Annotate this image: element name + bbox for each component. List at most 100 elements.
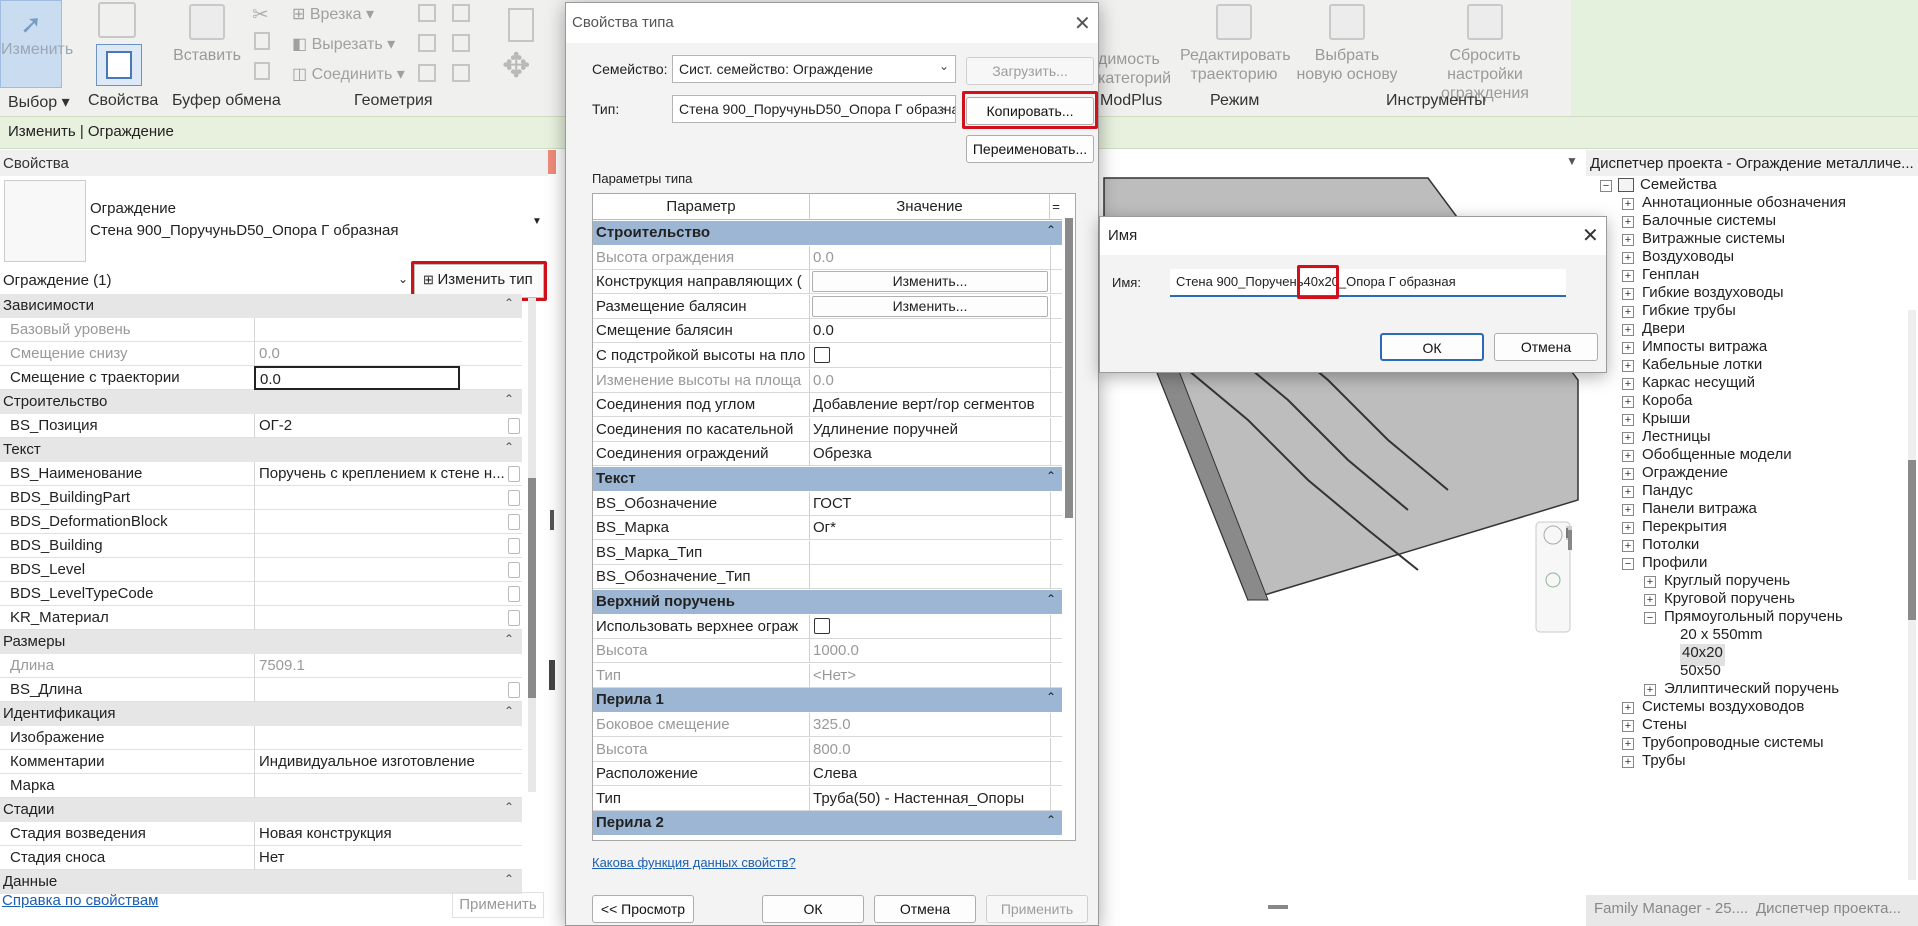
parameter-row[interactable]: BS_Марка Ог* [593,516,1062,541]
formula-cell[interactable] [1050,713,1062,737]
parameter-row[interactable]: BS_Обозначение ГОСТ [593,491,1062,516]
parameter-checkbox[interactable] [508,538,520,554]
expand-icon[interactable]: + [1622,720,1634,732]
collapse-icon[interactable]: ⌃ [504,632,514,646]
parameter-value[interactable] [809,540,1049,565]
parameter-row[interactable]: Смещение балясин 0.0 [593,319,1062,344]
cut-geometry-button[interactable]: ◧ Вырезать ▾ [292,34,395,54]
parameter-row[interactable]: Размещение балясин Изменить... [593,294,1062,319]
properties-help-link[interactable]: Справка по свойствам [2,892,159,909]
property-row[interactable]: BDS_Level [0,558,522,582]
property-row[interactable]: Базовый уровень [0,318,522,342]
collapse-icon[interactable]: ⌃ [504,440,514,454]
cancel-button[interactable]: Отмена [874,895,976,923]
formula-cell[interactable] [1050,516,1062,541]
property-row[interactable]: Длина 7509.1 [0,654,522,678]
property-value[interactable] [254,726,510,750]
geometry-tool-icon[interactable] [452,64,470,82]
property-group-header[interactable]: Текст ⌃ [0,438,522,462]
parameter-checkbox[interactable] [508,418,520,434]
collapse-icon[interactable]: − [1600,180,1612,192]
property-value[interactable] [254,606,510,630]
expand-icon[interactable]: + [1622,468,1634,480]
name-ok-button[interactable]: ОК [1380,333,1484,361]
property-row[interactable]: Стадия сноса Нет [0,846,522,870]
expand-icon[interactable]: + [1622,216,1634,228]
parameter-group-header[interactable]: Перила 1 ⌃ [593,688,1062,713]
parameter-checkbox[interactable] [508,466,520,482]
collapse-icon[interactable]: − [1644,612,1656,624]
reset-railing-button[interactable]: Сбросить настройки ограждения [1410,0,1560,103]
property-row[interactable]: Изображение [0,726,522,750]
ok-button[interactable]: ОК [762,895,864,923]
geometry-tool-icon[interactable] [418,34,436,52]
collapse-icon[interactable]: ⌃ [504,296,514,310]
collapse-icon[interactable]: ⌃ [1046,592,1056,606]
column-header-parameter[interactable]: Параметр [593,194,810,220]
expand-icon[interactable]: + [1622,414,1634,426]
expand-icon[interactable]: + [1622,540,1634,552]
column-header-value[interactable]: Значение [810,194,1050,220]
parameter-checkbox[interactable] [508,562,520,578]
parameter-value[interactable]: Слева [809,762,1049,787]
parameter-group-header[interactable]: Строительство ⌃ [593,221,1062,245]
formula-cell[interactable] [1050,344,1062,368]
parameter-row[interactable]: Расположение Слева [593,762,1062,787]
instance-filter-dropdown[interactable]: Ограждение (1) ⌄ [0,268,412,296]
parameter-checkbox[interactable] [814,347,830,363]
preview-button[interactable]: << Просмотр [592,895,694,923]
formula-cell[interactable] [1050,393,1062,418]
expand-icon[interactable]: + [1622,396,1634,408]
formula-cell[interactable] [1050,442,1062,467]
property-row[interactable]: BS_Длина [0,678,522,702]
pick-new-host-button[interactable]: Выбрать новую основу [1292,0,1402,84]
properties-scrollbar-thumb[interactable] [528,478,536,698]
parameter-row[interactable]: Высота ограждения 0.0 [593,245,1062,270]
parameter-row[interactable]: С подстройкой высоты на пло [593,344,1062,368]
notch-button[interactable]: ⊞ Врезка ▾ [292,4,374,24]
parameter-checkbox[interactable] [508,586,520,602]
match-icon[interactable] [254,62,270,80]
property-row[interactable]: KR_Материал [0,606,522,630]
load-button[interactable]: Загрузить... [966,57,1094,85]
rename-button[interactable]: Переименовать... [966,135,1094,163]
parameter-value[interactable]: 0.0 [809,245,1049,270]
property-row[interactable]: Комментарии Индивидуальное изготовление [0,750,522,774]
formula-cell[interactable] [1050,417,1062,442]
expand-icon[interactable]: + [1622,522,1634,534]
property-group-header[interactable]: Данные ⌃ [0,870,522,894]
geometry-tool-icon[interactable] [418,4,436,22]
parameter-row[interactable]: Использовать верхнее ограж [593,614,1062,639]
parameter-checkbox[interactable] [508,610,520,626]
parameter-value[interactable]: 325.0 [809,713,1049,737]
formula-cell[interactable] [1050,270,1062,295]
parameter-value[interactable]: 0.0 [809,368,1049,393]
formula-cell[interactable] [1050,614,1062,639]
property-row[interactable]: Марка [0,774,522,798]
view-hscrollbar-thumb[interactable] [1268,905,1288,909]
parameter-checkbox[interactable] [508,514,520,530]
parameter-value[interactable] [809,614,1049,639]
parameter-checkbox[interactable] [508,682,520,698]
property-value[interactable]: 0.0 [254,342,510,366]
copy-icon[interactable] [254,32,270,50]
formula-cell[interactable] [1050,245,1062,270]
expand-icon[interactable]: + [1622,738,1634,750]
collapse-icon[interactable]: − [1622,558,1634,570]
parameter-value[interactable]: Изменить... [809,294,1049,319]
parameter-row[interactable]: Высота 800.0 [593,737,1062,762]
expand-icon[interactable]: + [1622,702,1634,714]
view-dropdown-icon[interactable]: ▼ [1566,154,1578,168]
move-icon[interactable]: ✥ [502,46,531,86]
parameter-value[interactable]: Труба(50) - Настенная_Опоры [809,786,1049,811]
formula-cell[interactable] [1050,786,1062,811]
formula-cell[interactable] [1050,639,1062,664]
parameter-group-header[interactable]: Текст ⌃ [593,467,1062,491]
expand-icon[interactable]: + [1622,378,1634,390]
property-row[interactable]: BDS_Building [0,534,522,558]
parameter-row[interactable]: BS_Марка_Тип [593,540,1062,565]
property-value[interactable]: Индивидуальное изготовление [254,750,510,774]
project-browser-tab[interactable]: Диспетчер проекта... [1756,900,1901,917]
expand-icon[interactable]: + [1622,288,1634,300]
property-value[interactable]: Поручень с креплением к стене н... [254,462,510,486]
